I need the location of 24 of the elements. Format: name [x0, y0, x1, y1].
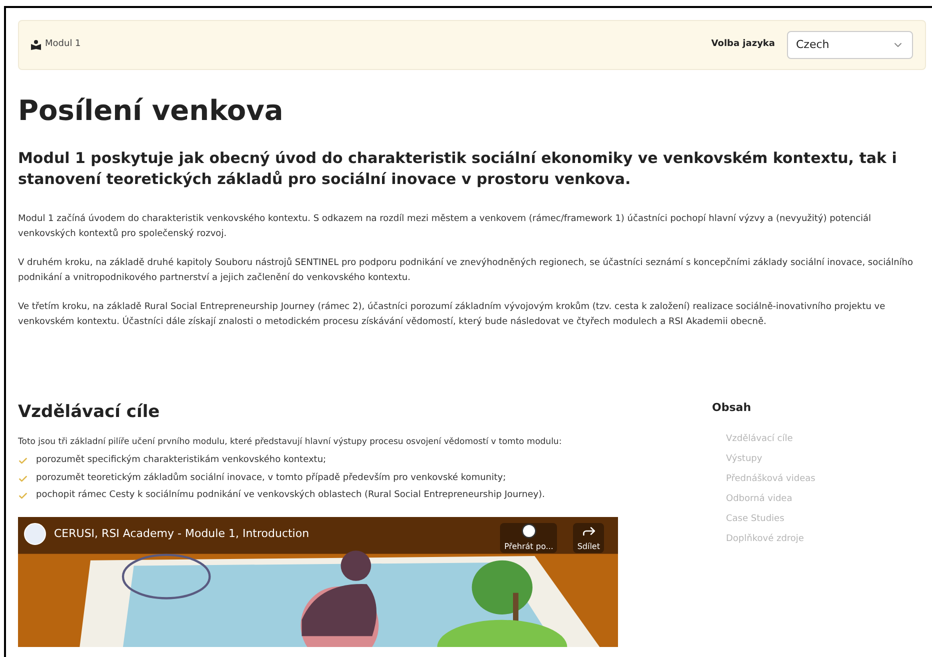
body-paragraph: Ve třetím kroku, na základě Rural Social Entrepreneurship Journey (rámec 2), účastníci porozumí základním vývojovým krokům (tzv. cesta k založení) realizace sociálně-inovativního projektu ve venkovském kontextu. Účastníci dále získají znalosti o metodickém procesu získávání vědomostí, který bude následovat ve čtyřech modulech a RSI Akademii obecně. [18, 300, 886, 329]
language-label: Volba jazyka [711, 38, 775, 52]
goal-text: pochopit rámec Cesty k sociálnímu podnikání ve venkovských oblastech (Rural Social Entrepreneurship Journey). [36, 489, 545, 502]
goal-text: porozumět teoretickým základům sociální inovace, v tomto případě především pro venkovské komunity; [36, 472, 506, 485]
video-action-button[interactable]: Sdílet [573, 522, 604, 553]
section-intro: Toto jsou tři základní pilíře učení prvního modulu, které představují hlavní výstupy procesu osvojení vědomostí v tomto modulu: [18, 436, 563, 448]
section-heading: Vzdělávací cíle [18, 401, 161, 424]
body-paragraph: Modul 1 začíná úvodem do charakteristik venkovského kontextu. S odkazem na rozdíl mezi městem a venkovem (rámec/framework 1) účastníci pochopí hlavní výzvy a (nevyužitý) potenciál venkovských kontextů pro společenský rozvoj. [18, 212, 872, 241]
video-player[interactable]: CERUSI, RSI Academy - Module 1, Introduction Přehrát po... Sdílet [18, 516, 618, 647]
video-action-button[interactable]: Přehrát po... [500, 522, 558, 553]
toc-heading: Obsah [712, 400, 752, 416]
toc-link[interactable]: Odborná videa [726, 494, 792, 504]
module-label: Modul 1 [45, 38, 81, 52]
page-title: Posílení venkova [18, 94, 284, 128]
lead-text: Modul 1 poskytuje jak obecný úvod do charakteristik sociální ekonomiky ve venkovském kontextu, tak i stanovení teoretických základů pro sociální inovace v prostoru venkova. [18, 148, 898, 190]
toc-link[interactable]: Výstupy [726, 454, 762, 464]
language-select[interactable]: Czech [787, 31, 913, 59]
toc-link[interactable]: Doplňkové zdroje [726, 534, 804, 544]
goal-text: porozumět specifickým charakteristikám venkovského kontextu; [36, 454, 326, 468]
toc-link[interactable]: Vzdělávací cíle [726, 434, 793, 444]
toc-link[interactable]: Case Studies [726, 514, 784, 524]
toc-link[interactable]: Přednášková videas [726, 474, 816, 484]
body-paragraph: V druhém kroku, na základě druhé kapitoly Souboru nástrojů SENTINEL pro podporu podnikání ve znevýhodněných regionech, se účastníci seznámí s koncepčními základy sociální inovace, sociálního podnikání a vnitropodnikového partnerství a jejich začlenění do venkovského kontextu. [18, 256, 914, 285]
video-title: CERUSI, RSI Academy - Module 1, Introduction [54, 526, 310, 542]
